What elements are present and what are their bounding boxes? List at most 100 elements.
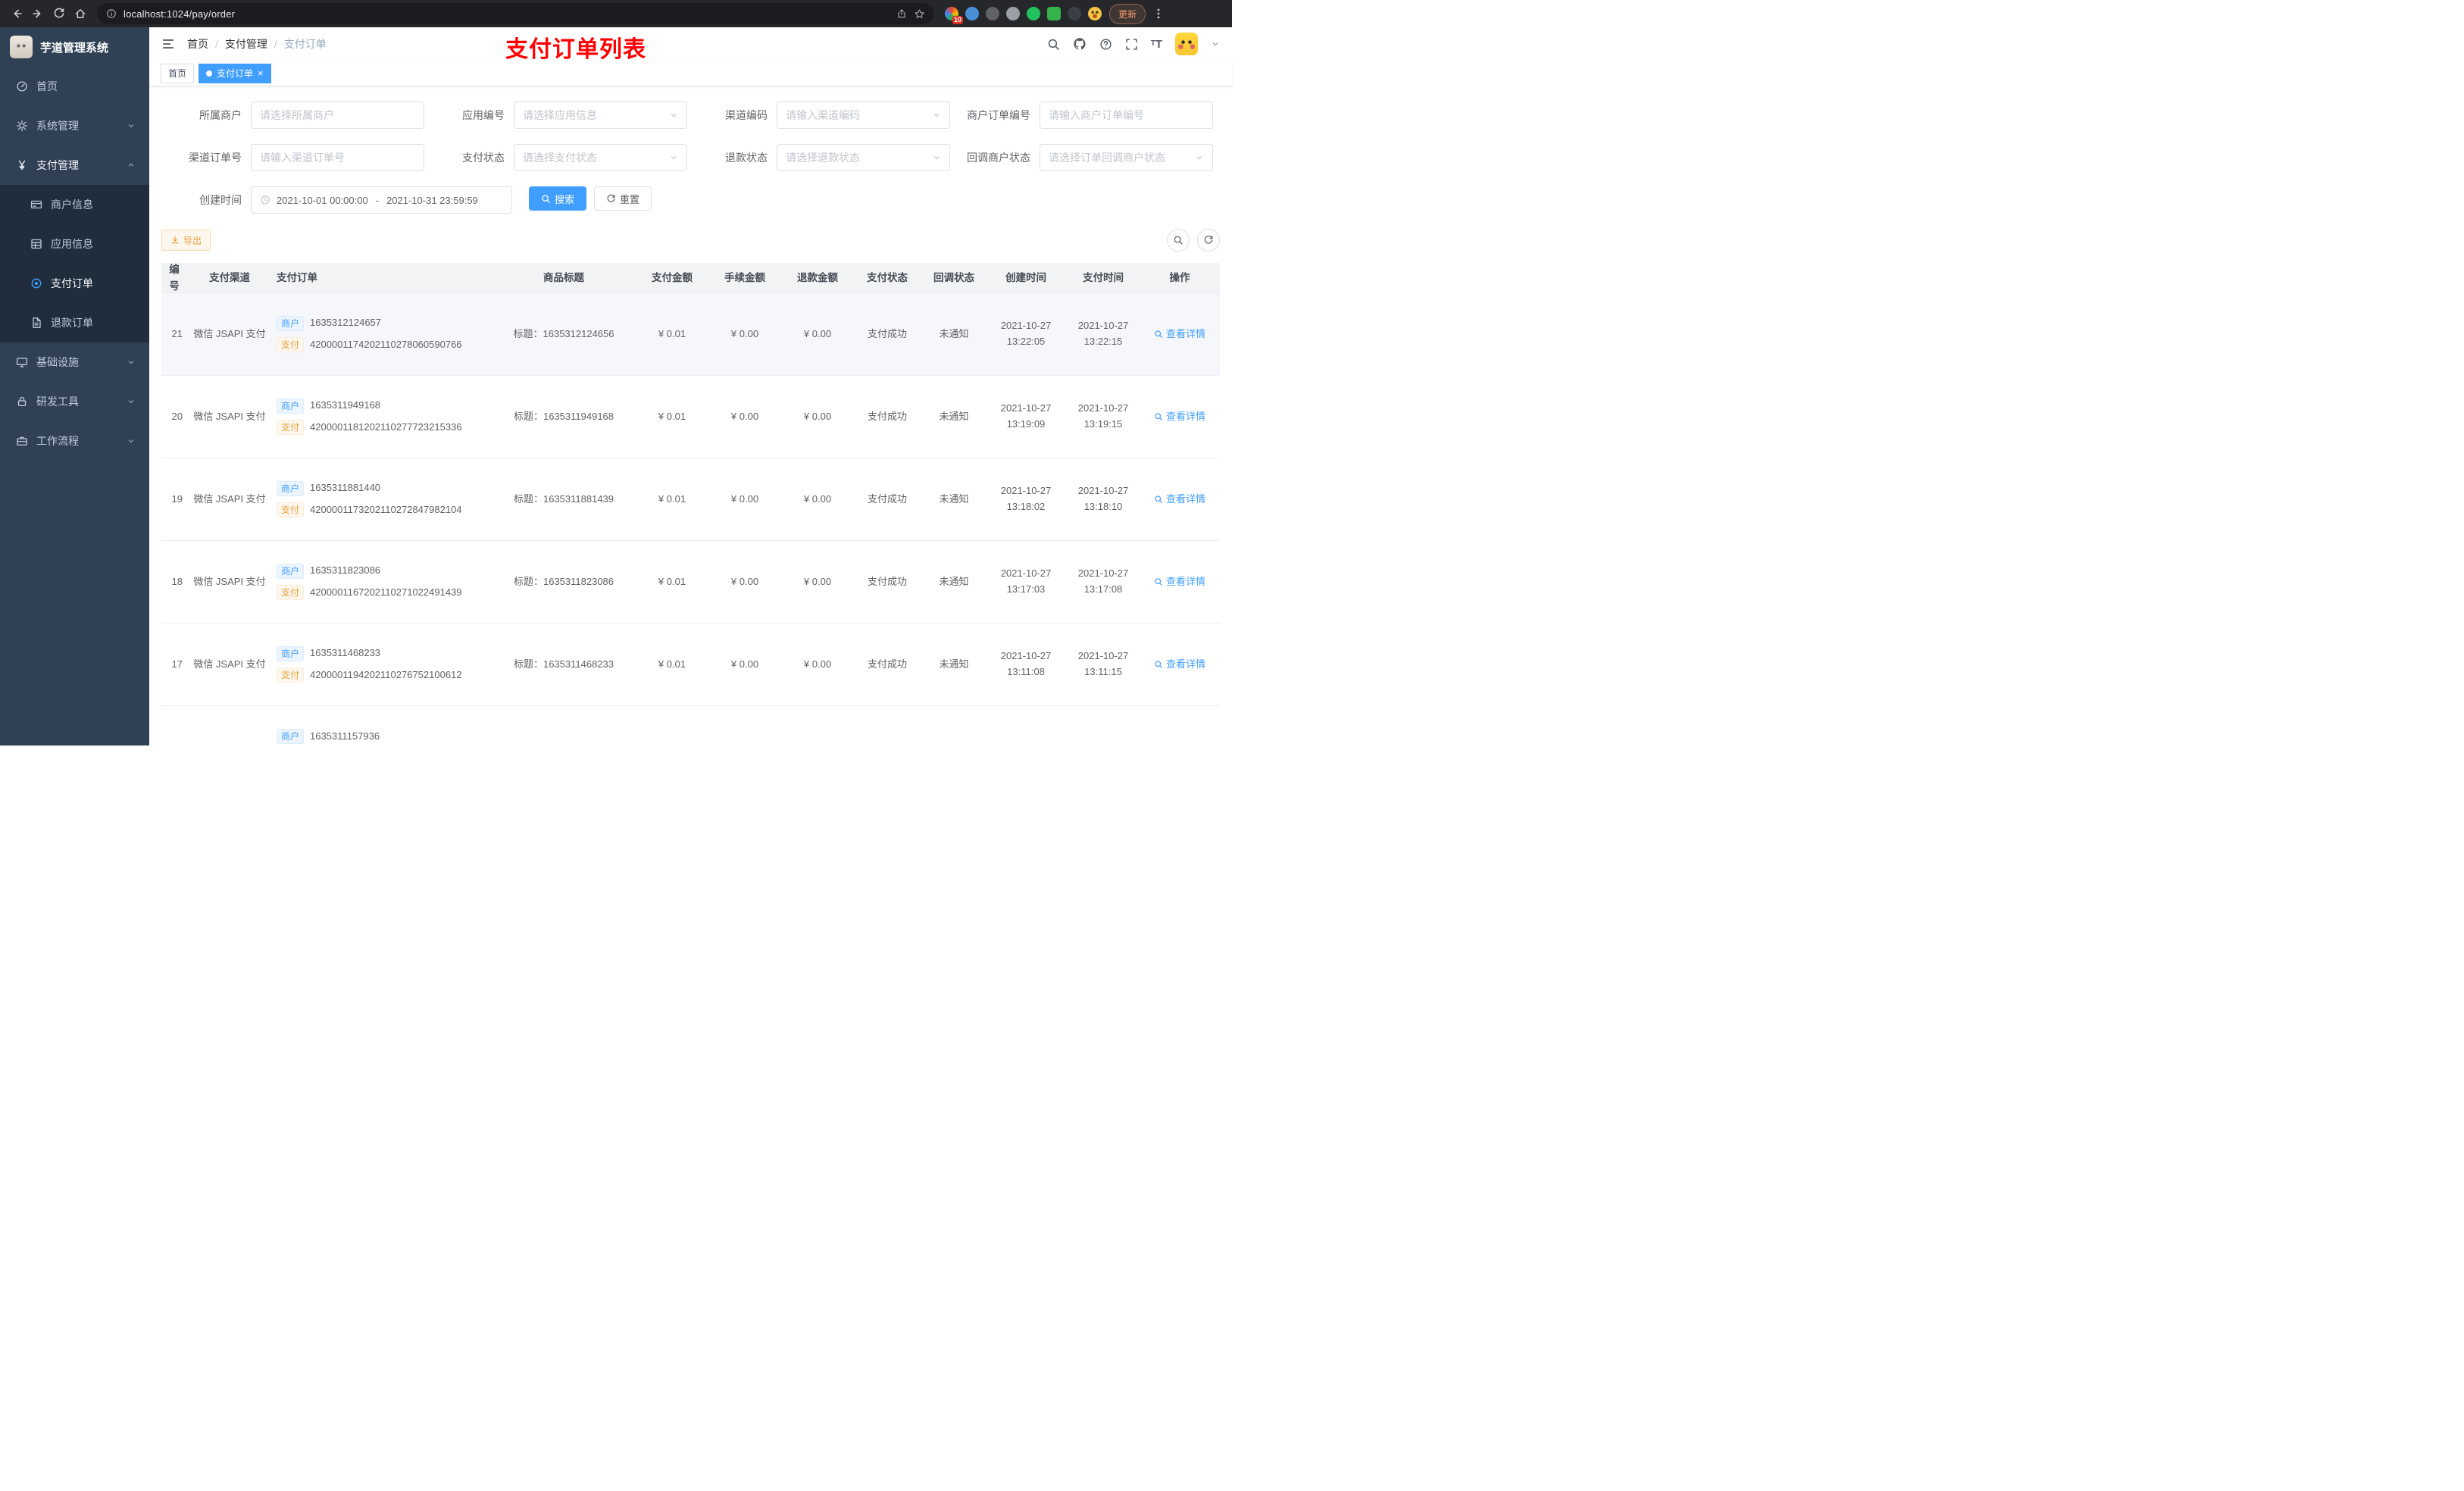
pay-order-cell: 商户 1635312124657 支付 42000011742021102780… bbox=[272, 315, 492, 353]
create-time: 2021-10-27 13:22:05 bbox=[1000, 320, 1052, 347]
sidebar-item-pay-order[interactable]: 支付订单 bbox=[0, 264, 149, 303]
tag-pay-order[interactable]: 支付订单 × bbox=[199, 63, 271, 83]
column-header: 手续金额 bbox=[724, 271, 765, 283]
sidebar-item-payment[interactable]: 支付管理 bbox=[0, 145, 149, 185]
sidebar-item-devtools[interactable]: 研发工具 bbox=[0, 382, 149, 421]
pay-time: 2021-10-27 13:18:10 bbox=[1077, 485, 1129, 512]
column-header: 支付订单 bbox=[277, 271, 317, 283]
user-avatar[interactable] bbox=[1175, 33, 1198, 55]
breadcrumb-home[interactable]: 首页 bbox=[187, 36, 208, 52]
channel-pay-no: 4200001181202110277723215336 bbox=[310, 421, 462, 433]
pay-order-cell: 商户 1635311468233 支付 42000011942021102767… bbox=[272, 645, 492, 683]
view-detail-link[interactable]: 查看详情 bbox=[1142, 409, 1218, 425]
merchant-order-no-field[interactable] bbox=[1049, 109, 1204, 121]
reload-button[interactable] bbox=[48, 3, 70, 24]
app-no-select[interactable]: 请选择应用信息 bbox=[514, 102, 687, 129]
breadcrumb-section[interactable]: 支付管理 bbox=[225, 36, 267, 52]
sidebar-item-app-info[interactable]: 应用信息 bbox=[0, 224, 149, 264]
close-icon[interactable]: × bbox=[258, 68, 264, 78]
gear-icon bbox=[16, 120, 28, 132]
toggle-search-button[interactable] bbox=[1167, 229, 1190, 252]
product-title: 标题：1635311823086 bbox=[513, 575, 614, 587]
date-range-separator: - bbox=[375, 194, 380, 206]
chevron-down-icon bbox=[932, 153, 941, 162]
order-id: 21 bbox=[171, 327, 183, 339]
view-detail-link[interactable]: 查看详情 bbox=[1142, 574, 1218, 590]
back-button[interactable] bbox=[6, 3, 27, 24]
bookmark-star-icon[interactable] bbox=[914, 8, 925, 20]
browser-menu-icon[interactable] bbox=[1150, 8, 1167, 20]
extension-icon[interactable] bbox=[1006, 7, 1020, 20]
search-button[interactable]: 搜索 bbox=[529, 186, 587, 211]
sidebar-item-refund-order[interactable]: 退款订单 bbox=[0, 303, 149, 342]
monitor-icon bbox=[16, 356, 28, 368]
bullseye-icon bbox=[30, 277, 42, 289]
channel-order-no-input[interactable] bbox=[251, 144, 424, 171]
tag-home[interactable]: 首页 bbox=[161, 63, 195, 83]
table-row: 21 微信 JSAPI 支付 商户 1635312124657 支付 42000… bbox=[161, 293, 1220, 376]
order-id: 18 bbox=[171, 575, 183, 587]
fee-amount: ¥ 0.00 bbox=[730, 492, 759, 505]
sidebar-item-label: 退款订单 bbox=[51, 317, 93, 329]
reset-button[interactable]: 重置 bbox=[594, 186, 652, 211]
sidebar-item-home[interactable]: 首页 bbox=[0, 67, 149, 106]
pay-status-select[interactable]: 请选择支付状态 bbox=[514, 144, 687, 171]
export-button[interactable]: 导出 bbox=[161, 230, 211, 251]
header-actions: TT bbox=[1047, 33, 1220, 55]
chevron-down-icon bbox=[669, 111, 678, 120]
share-icon[interactable] bbox=[896, 8, 907, 19]
merchant-badge: 商户 bbox=[277, 563, 305, 579]
pay-channel: 微信 JSAPI 支付 bbox=[193, 410, 266, 422]
sidebar-item-merchant-info[interactable]: 商户信息 bbox=[0, 185, 149, 224]
search-icon[interactable] bbox=[1047, 38, 1060, 51]
sidebar-collapse-icon[interactable] bbox=[161, 37, 175, 51]
filter-label: 渠道编码 bbox=[725, 109, 768, 121]
pay-order-cell: 商户 1635311823086 支付 42000011672021102710… bbox=[272, 563, 492, 601]
view-detail-link[interactable]: 查看详情 bbox=[1142, 327, 1218, 342]
callback-status-select[interactable]: 请选择订单回调商户状态 bbox=[1040, 144, 1213, 171]
extension-icon[interactable]: 10 bbox=[945, 7, 963, 24]
github-icon[interactable] bbox=[1073, 37, 1087, 51]
channel-code-select[interactable]: 请输入渠道编码 bbox=[777, 102, 950, 129]
sidebar-item-workflow[interactable]: 工作流程 bbox=[0, 421, 149, 461]
merchant-order-no-input[interactable] bbox=[1040, 102, 1213, 129]
view-detail-link[interactable]: 查看详情 bbox=[1142, 492, 1218, 508]
column-header: 支付金额 bbox=[652, 271, 693, 283]
breadcrumb-separator: / bbox=[274, 38, 277, 50]
font-size-icon[interactable]: TT bbox=[1151, 39, 1162, 50]
column-header: 退款金额 bbox=[797, 271, 838, 283]
extension-icon[interactable] bbox=[1068, 7, 1081, 20]
sidebar-item-system[interactable]: 系统管理 bbox=[0, 106, 149, 145]
merchant-order-no: 1635312124657 bbox=[310, 317, 382, 329]
forward-button[interactable] bbox=[27, 3, 48, 24]
refresh-button[interactable] bbox=[1197, 229, 1220, 252]
extension-icon[interactable] bbox=[986, 7, 999, 20]
user-menu-caret-icon[interactable] bbox=[1211, 39, 1220, 48]
site-info-icon[interactable] bbox=[106, 8, 117, 19]
sidebar-item-infrastructure[interactable]: 基础设施 bbox=[0, 342, 149, 382]
home-button[interactable] bbox=[70, 3, 91, 24]
address-bar[interactable]: localhost:1024/pay/order bbox=[97, 3, 934, 24]
pay-channel: 微信 JSAPI 支付 bbox=[193, 575, 266, 587]
url-text[interactable]: localhost:1024/pay/order bbox=[124, 8, 890, 20]
pay-order-table: 编号 支付渠道 支付订单 商品标题 支付金额 手续金额 退款金额 支付状态 回调… bbox=[161, 263, 1220, 746]
view-detail-link[interactable]: 查看详情 bbox=[1142, 657, 1218, 673]
profile-avatar-icon[interactable] bbox=[1088, 7, 1102, 20]
extension-icon[interactable] bbox=[1047, 7, 1061, 20]
clock-icon bbox=[260, 195, 270, 205]
merchant-input-field[interactable] bbox=[260, 109, 415, 121]
pay-badge: 支付 bbox=[277, 585, 305, 601]
merchant-input[interactable] bbox=[251, 102, 424, 129]
refund-status-select[interactable]: 请选择退款状态 bbox=[777, 144, 950, 171]
extension-icon[interactable] bbox=[1027, 7, 1040, 20]
app-title: 芋道管理系统 bbox=[40, 41, 109, 55]
credit-card-icon bbox=[30, 198, 42, 211]
extension-icon[interactable] bbox=[965, 7, 979, 20]
channel-order-no-field[interactable] bbox=[260, 152, 415, 164]
help-icon[interactable] bbox=[1099, 38, 1112, 51]
pay-status: 支付成功 bbox=[867, 327, 907, 339]
fullscreen-icon[interactable] bbox=[1125, 38, 1138, 51]
chrome-update-button[interactable]: 更新 bbox=[1109, 3, 1146, 24]
create-time-range-picker[interactable]: 2021-10-01 00:00:00 - 2021-10-31 23:59:5… bbox=[251, 186, 512, 214]
fee-amount: ¥ 0.00 bbox=[730, 410, 759, 422]
